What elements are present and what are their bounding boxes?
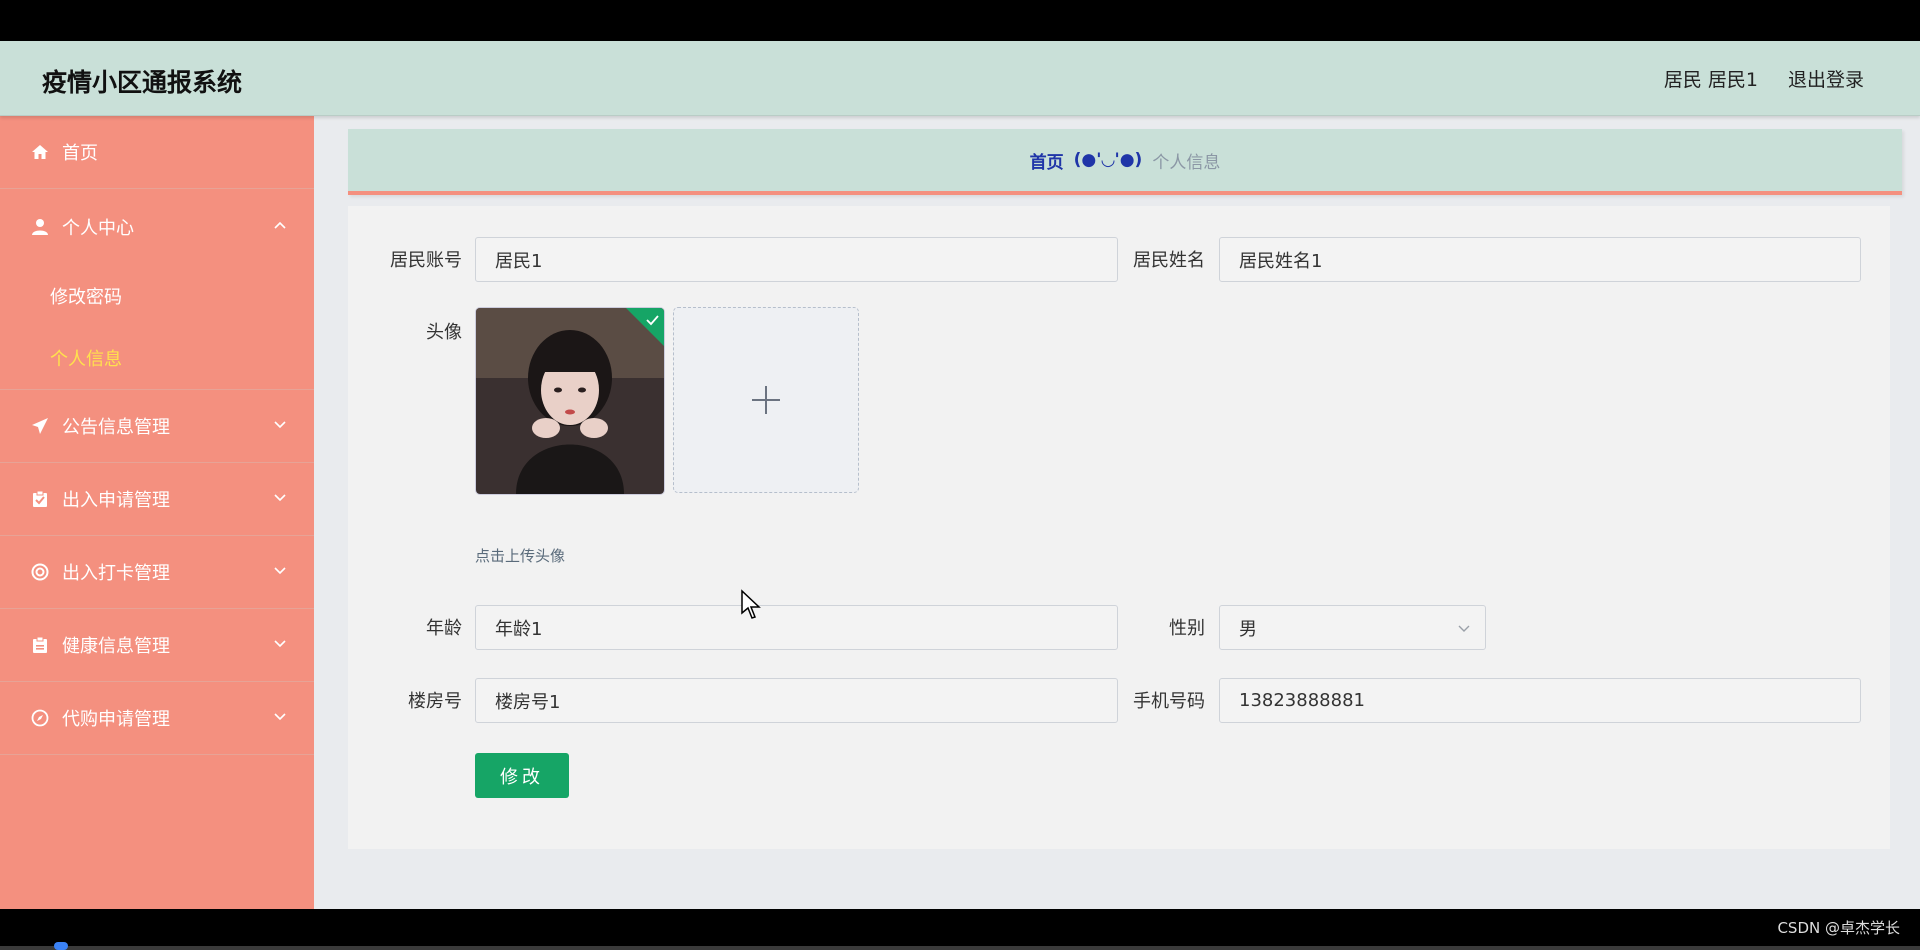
submit-button[interactable]: 修改 bbox=[475, 753, 569, 798]
breadcrumb-current: 个人信息 bbox=[1152, 152, 1221, 173]
name-field[interactable]: 居民姓名1 bbox=[1219, 237, 1861, 282]
lifebuoy-icon bbox=[30, 562, 50, 582]
sidebar-item-label: 出入打卡管理 bbox=[62, 563, 170, 584]
plus-icon bbox=[752, 386, 780, 414]
sidebar-item-purchase[interactable]: 代购申请管理 bbox=[0, 682, 314, 755]
avatar-label: 头像 bbox=[426, 322, 462, 343]
chevron-up-icon bbox=[274, 221, 286, 229]
sidebar-item-personal-center: 个人中心 修改密码 个人信息 bbox=[0, 189, 314, 390]
sidebar-item-label: 代购申请管理 bbox=[62, 709, 170, 730]
sidebar-item-entry-applications[interactable]: 出入申请管理 bbox=[0, 463, 314, 536]
logout-button[interactable]: 退出登录 bbox=[1788, 65, 1864, 92]
watermark: CSDN @卓杰学长 bbox=[1777, 919, 1900, 937]
sidebar-item-label: 公告信息管理 bbox=[62, 417, 170, 438]
mouse-cursor-icon bbox=[741, 589, 761, 619]
account-value: 居民1 bbox=[495, 250, 543, 272]
age-field[interactable]: 年龄1 bbox=[475, 605, 1118, 650]
building-label: 楼房号 bbox=[408, 691, 462, 712]
account-field[interactable]: 居民1 bbox=[475, 237, 1118, 282]
user-info: 居民 居民1 bbox=[1664, 65, 1758, 92]
app-window: 疫情小区通报系统 居民 居民1 退出登录 首页 个人中心 修改密码 个人信息 公… bbox=[0, 41, 1920, 909]
building-field[interactable]: 楼房号1 bbox=[475, 678, 1118, 723]
age-value: 年龄1 bbox=[495, 618, 543, 640]
account-label: 居民账号 bbox=[390, 250, 462, 271]
avatar-image[interactable] bbox=[475, 307, 665, 495]
compass-icon bbox=[30, 708, 50, 728]
breadcrumb-home[interactable]: 首页 bbox=[1030, 148, 1064, 173]
user-area: 居民 居民1 退出登录 bbox=[1664, 65, 1864, 92]
phone-label: 手机号码 bbox=[1133, 691, 1205, 712]
chevron-down-icon bbox=[274, 713, 286, 721]
main-content: 首页 (●'◡'●) 个人信息 居民账号 居民1 居民姓名 居民姓名1 头像 点… bbox=[314, 116, 1920, 909]
chevron-down-icon bbox=[274, 421, 286, 429]
chevron-down-icon bbox=[274, 640, 286, 648]
progress-dot bbox=[54, 942, 68, 950]
submenu-header[interactable]: 个人中心 bbox=[0, 189, 314, 265]
gender-select[interactable]: 男 bbox=[1219, 605, 1486, 650]
user-name: 居民1 bbox=[1707, 69, 1758, 91]
bottom-strip bbox=[0, 942, 1920, 950]
chevron-down-icon bbox=[274, 567, 286, 575]
sidebar-item-label: 个人中心 bbox=[62, 218, 134, 239]
breadcrumb-separator: (●'◡'●) bbox=[1073, 150, 1143, 170]
top-header: 疫情小区通报系统 居民 居民1 退出登录 bbox=[0, 41, 1920, 116]
clipboard-check-icon bbox=[30, 489, 50, 509]
user-icon bbox=[30, 217, 50, 237]
personal-info-form: 居民账号 居民1 居民姓名 居民姓名1 头像 点击上传头像 年龄 年龄1 性别 … bbox=[348, 206, 1890, 849]
upload-hint: 点击上传头像 bbox=[475, 547, 566, 565]
home-icon bbox=[30, 142, 50, 162]
user-role: 居民 bbox=[1663, 69, 1702, 91]
sidebar-item-label: 健康信息管理 bbox=[62, 636, 170, 657]
app-title: 疫情小区通报系统 bbox=[42, 68, 243, 97]
sidebar: 首页 个人中心 修改密码 个人信息 公告信息管理 出入申请管理 出入打卡管理 健… bbox=[0, 116, 314, 909]
gender-value: 男 bbox=[1239, 618, 1257, 640]
clipboard-icon bbox=[30, 635, 50, 655]
sidebar-subitem-personal-info[interactable]: 个人信息 bbox=[0, 327, 314, 389]
sidebar-item-checkin[interactable]: 出入打卡管理 bbox=[0, 536, 314, 609]
sidebar-item-health[interactable]: 健康信息管理 bbox=[0, 609, 314, 682]
sidebar-item-home[interactable]: 首页 bbox=[0, 116, 314, 189]
sidebar-item-announcements[interactable]: 公告信息管理 bbox=[0, 390, 314, 463]
avatar-upload-button[interactable] bbox=[673, 307, 859, 493]
phone-field[interactable]: 13823888881 bbox=[1219, 678, 1861, 723]
age-label: 年龄 bbox=[426, 618, 462, 639]
name-label: 居民姓名 bbox=[1133, 250, 1205, 271]
name-value: 居民姓名1 bbox=[1239, 250, 1323, 272]
sidebar-item-label: 首页 bbox=[62, 143, 98, 164]
building-value: 楼房号1 bbox=[495, 691, 561, 713]
chevron-down-icon bbox=[274, 494, 286, 502]
paper-plane-icon bbox=[30, 416, 50, 436]
gender-label: 性别 bbox=[1169, 618, 1205, 639]
sidebar-item-label: 出入申请管理 bbox=[62, 490, 170, 511]
chevron-down-icon bbox=[1458, 625, 1470, 632]
breadcrumb: 首页 (●'◡'●) 个人信息 bbox=[348, 129, 1902, 195]
phone-value: 13823888881 bbox=[1239, 690, 1365, 711]
sidebar-subitem-change-password[interactable]: 修改密码 bbox=[0, 265, 314, 327]
